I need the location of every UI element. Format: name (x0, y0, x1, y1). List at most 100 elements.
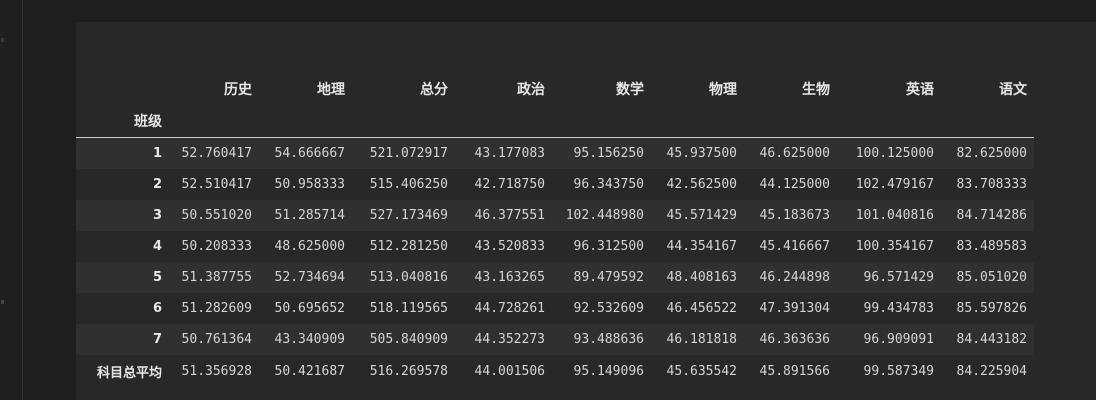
table-cell: 45.937500 (666, 146, 737, 161)
row-index: 5 (152, 270, 162, 285)
table-cell: 44.728261 (474, 301, 545, 316)
column-header: 物理 (709, 82, 737, 98)
table-cell: 46.456522 (666, 301, 737, 316)
table-row: 2 52.510417 50.958333 515.406250 42.718750 96… (76, 169, 1034, 200)
table-row: 3 50.551020 51.285714 527.173469 46.377551 10… (76, 200, 1034, 231)
table-cell: 47.391304 (759, 301, 830, 316)
column-header: 英语 (906, 82, 934, 98)
table-cell: 102.448980 (565, 208, 644, 223)
table-cell: 100.354167 (855, 239, 934, 254)
table-cell: 50.551020 (181, 208, 252, 223)
table-cell: 50.958333 (274, 177, 345, 192)
table-cell: 84.443182 (956, 332, 1027, 347)
dataframe-table: 历史 地理 总分 政治 数学 物理 生物 英语 语文 班级 1 52.76041… (76, 74, 1034, 387)
table-cell: 51.356928 (181, 363, 252, 379)
table-cell: 46.363636 (759, 332, 830, 347)
table-row: 7 50.761364 43.340909 505.840909 44.352273 93… (76, 324, 1034, 355)
column-header: 地理 (317, 82, 345, 98)
table-cell: 44.001506 (474, 363, 545, 379)
table-cell: 44.352273 (474, 332, 545, 347)
column-header: 数学 (616, 82, 644, 98)
table-cell: 44.125000 (759, 177, 830, 192)
empty-header (655, 104, 748, 138)
table-cell: 85.597826 (956, 301, 1027, 316)
table-cell: 85.051020 (956, 270, 1027, 285)
table-cell: 102.479167 (855, 177, 934, 192)
table-cell: 93.488636 (573, 332, 644, 347)
table-cell: 100.125000 (855, 146, 934, 161)
table-cell: 43.177083 (474, 146, 545, 161)
column-header: 总分 (420, 82, 448, 98)
table-cell: 84.714286 (956, 208, 1027, 223)
table-cell: 46.625000 (759, 146, 830, 161)
table-cell: 82.625000 (956, 146, 1027, 161)
table-cell: 521.072917 (369, 146, 448, 161)
table-cell: 50.421687 (274, 363, 345, 379)
table-cell: 516.269578 (369, 363, 448, 379)
table-cell: 46.244898 (759, 270, 830, 285)
table-cell: 512.281250 (369, 239, 448, 254)
table-cell: 96.909091 (863, 332, 934, 347)
table-cell: 50.208333 (181, 239, 252, 254)
index-name-row: 班级 (76, 104, 1034, 138)
table-cell: 46.181818 (666, 332, 737, 347)
row-index: 3 (152, 208, 162, 223)
table-cell: 43.340909 (274, 332, 345, 347)
empty-header (748, 104, 841, 138)
table-cell: 96.312500 (573, 239, 644, 254)
column-header: 历史 (224, 82, 252, 98)
index-name: 班级 (134, 113, 162, 130)
empty-header (459, 104, 556, 138)
table-cell: 101.040816 (855, 208, 934, 223)
table-cell: 45.571429 (666, 208, 737, 223)
gutter-marker (1, 300, 4, 304)
table-cell: 95.149096 (573, 363, 644, 379)
top-strip (22, 0, 1096, 22)
table-cell: 527.173469 (369, 208, 448, 223)
notebook-window: 历史 地理 总分 政治 数学 物理 生物 英语 语文 班级 1 52.76041… (0, 0, 1096, 400)
empty-header (356, 104, 459, 138)
table-cell: 43.163265 (474, 270, 545, 285)
table-cell: 45.635542 (666, 363, 737, 379)
table-cell: 51.282609 (181, 301, 252, 316)
table-cell: 42.562500 (666, 177, 737, 192)
cell-output: 历史 地理 总分 政治 数学 物理 生物 英语 语文 班级 1 52.76041… (76, 22, 1096, 400)
column-header: 政治 (517, 82, 545, 98)
table-cell: 51.285714 (274, 208, 345, 223)
table-row: 4 50.208333 48.625000 512.281250 43.520833 96… (76, 231, 1034, 262)
table-cell: 52.760417 (181, 146, 252, 161)
table-cell: 83.489583 (956, 239, 1027, 254)
column-header: 生物 (802, 82, 830, 98)
table-cell: 513.040816 (369, 270, 448, 285)
table-cell: 50.761364 (181, 332, 252, 347)
table-cell: 96.343750 (573, 177, 644, 192)
table-cell: 43.520833 (474, 239, 545, 254)
table-cell: 52.734694 (274, 270, 345, 285)
table-cell: 45.416667 (759, 239, 830, 254)
table-row: 6 51.282609 50.695652 518.119565 44.728261 92… (76, 293, 1034, 324)
table-cell: 48.408163 (666, 270, 737, 285)
table-cell: 99.587349 (863, 363, 934, 379)
table-cell: 48.625000 (274, 239, 345, 254)
column-header: 语文 (999, 82, 1027, 98)
table-cell: 92.532609 (573, 301, 644, 316)
table-cell: 518.119565 (369, 301, 448, 316)
table-cell: 54.666667 (274, 146, 345, 161)
table-row: 1 52.760417 54.666667 521.072917 43.177083 95… (76, 137, 1034, 169)
empty-header (263, 104, 356, 138)
table-cell: 51.387755 (181, 270, 252, 285)
table-row: 5 51.387755 52.734694 513.040816 43.163265 89… (76, 262, 1034, 293)
table-cell: 45.183673 (759, 208, 830, 223)
empty-header (841, 104, 945, 138)
empty-header (170, 104, 263, 138)
empty-header (556, 104, 655, 138)
table-cell: 46.377551 (474, 208, 545, 223)
table-cell: 96.571429 (863, 270, 934, 285)
summary-row: 科目总平均 51.356928 50.421687 516.269578 44.0015… (76, 355, 1034, 387)
table-cell: 505.840909 (369, 332, 448, 347)
table-cell: 50.695652 (274, 301, 345, 316)
table-cell: 515.406250 (369, 177, 448, 192)
gutter-marker (1, 38, 4, 42)
table-cell: 52.510417 (181, 177, 252, 192)
table-cell: 83.708333 (956, 177, 1027, 192)
